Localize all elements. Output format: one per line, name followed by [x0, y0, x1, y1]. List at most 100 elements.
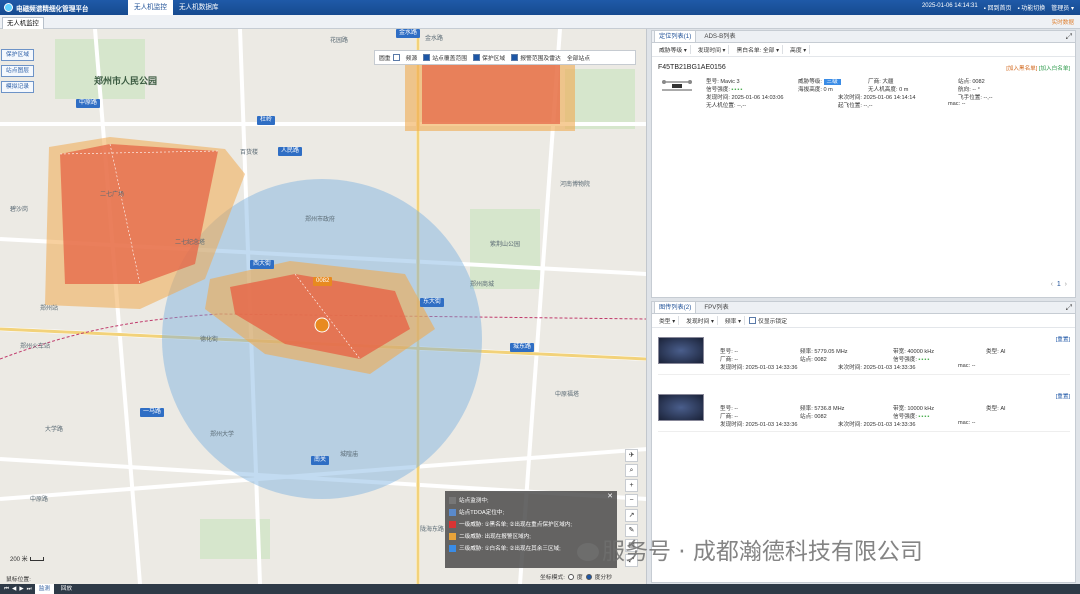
legend-label: 一级威胁: ①黑名单; ②出现在重点保护区域内;: [459, 522, 572, 528]
filter-label: 发现时间: [697, 48, 721, 54]
layer-toggle-5[interactable]: 全部站点: [567, 53, 590, 62]
uav-marker-label[interactable]: 0082: [313, 277, 333, 286]
layer-toggle-0[interactable]: 圆重: [379, 53, 400, 62]
road-tag-yima: 一马路: [140, 408, 165, 417]
layer-toggle-3[interactable]: 保护区域: [473, 53, 505, 62]
uav-model: 型号: Mavic 3: [706, 77, 740, 85]
bottom-tab-monitor[interactable]: 监测: [34, 584, 54, 594]
signal-item[interactable]: [重置] 型号: -- 频率: 5779.05 MHz 带宽: 40000 kH…: [658, 335, 1070, 375]
field-label: 站点:: [800, 414, 813, 420]
protect-area-button[interactable]: 保护区域: [1, 49, 34, 61]
field-value: 0082: [814, 357, 827, 363]
field-label: mac:: [948, 101, 961, 107]
reset-link[interactable]: [重置]: [1056, 335, 1070, 343]
field-value: 2025-01-03 14:33:36: [745, 365, 798, 371]
home-link-label: 回到首页: [987, 6, 1012, 12]
coord-mode-dms-radio[interactable]: [585, 573, 592, 580]
filter-altitude[interactable]: 高度 ▾: [787, 45, 811, 54]
sig-type: 类型: AI: [986, 347, 1006, 355]
only-locked-toggle[interactable]: 仅显示锁定: [749, 316, 787, 325]
only-locked-checkbox[interactable]: [749, 317, 757, 324]
switch-link[interactable]: ▪ 功能切换: [1017, 3, 1045, 12]
scale-line: [29, 556, 44, 561]
map-label-jinshui: 金水路: [425, 36, 444, 42]
first-page-icon[interactable]: ⏮: [4, 586, 9, 593]
sub-tab-uav-monitor[interactable]: 无人机监控: [2, 17, 44, 29]
tab-image-transmission[interactable]: 图传列表(2): [654, 301, 697, 313]
expand-icon[interactable]: ⤢: [1066, 32, 1072, 42]
sig-vendor: 厂商: --: [720, 355, 738, 363]
layer-checkbox[interactable]: [392, 54, 400, 61]
layer-toggle-4[interactable]: 报警范围及雷达: [511, 53, 561, 62]
tab-adsb-list[interactable]: ADS-B列表: [700, 31, 739, 42]
uav-threat: 威胁等级: 三级: [798, 77, 841, 85]
signal-filters: 类型 ▾ 发现时间 ▾ 频率 ▾ 仅显示锁定: [652, 314, 1075, 328]
zoom-in-icon[interactable]: +: [625, 479, 638, 492]
uav-signal: 信号强度: ▪▪▪▪: [706, 85, 743, 93]
prev-page-icon[interactable]: ‹: [1051, 281, 1053, 288]
current-page[interactable]: 1: [1057, 281, 1061, 288]
filter-type[interactable]: 类型 ▾: [656, 316, 680, 325]
field-label: 海拔高度:: [798, 87, 822, 93]
filter-threat[interactable]: 威胁等级 ▾: [656, 45, 691, 54]
uav-height: 无人机高度: 0 m: [868, 85, 908, 93]
layer-checkbox[interactable]: [423, 54, 431, 61]
legend-label: 二级威胁: 出现在报警区域内;: [459, 534, 531, 540]
expand-icon[interactable]: ⤢: [1066, 303, 1072, 313]
sig-freq: 频率: 5779.05 MHz: [800, 347, 848, 355]
add-whitelist-link[interactable]: [加入白名单]: [1039, 66, 1070, 72]
add-blacklist-link[interactable]: [加入黑名单]: [1006, 66, 1037, 72]
nav-tab-uav-monitor[interactable]: 无人机监控: [128, 0, 173, 15]
filter-found-time[interactable]: 发现时间 ▾: [695, 45, 730, 54]
bottom-tab-playback[interactable]: 回放: [57, 584, 76, 594]
filter-sig-found-time[interactable]: 发现时间 ▾: [683, 316, 718, 325]
add-blacklist-label: 加入黑名单: [1007, 66, 1036, 72]
signal-item[interactable]: [重置] 型号: -- 频率: 5736.8 MHz 带宽: 10000 kHz…: [658, 392, 1070, 432]
sig-found: 发现时间: 2025-01-03 14:33:36: [720, 420, 797, 428]
sig-mac: mac: --: [958, 363, 975, 369]
measure-icon[interactable]: ↗: [625, 509, 638, 522]
reset-link[interactable]: [重置]: [1056, 392, 1070, 400]
coord-mode-degree-radio[interactable]: [567, 573, 574, 580]
home-link[interactable]: ▪ 回到首页: [984, 3, 1012, 12]
sig-freq: 频率: 5736.8 MHz: [800, 404, 844, 412]
prev-icon[interactable]: ◀: [12, 586, 16, 592]
road-tag-chengdong: 城东路: [510, 343, 535, 352]
search-icon[interactable]: ⌕: [625, 464, 638, 477]
next-icon[interactable]: ▶: [19, 586, 23, 592]
layer-toggle-1[interactable]: 频源: [406, 53, 418, 62]
field-label: 末次时间:: [838, 422, 862, 428]
layer-toggle-2[interactable]: 站点覆盖范围: [423, 53, 467, 62]
zoom-out-icon[interactable]: −: [625, 494, 638, 507]
tab-fpv-list[interactable]: FPV列表: [700, 302, 732, 313]
last-page-icon[interactable]: ⏭: [27, 586, 32, 593]
uav-vendor: 厂商: 大疆: [868, 77, 894, 85]
station-layer-button[interactable]: 站点图层: [1, 65, 34, 77]
tab-location-list[interactable]: 定位列表(1): [654, 30, 697, 42]
map-label-baihuo: 百货楼: [240, 150, 259, 156]
sim-record-button[interactable]: 模拟记录: [1, 81, 34, 93]
sig-vendor: 厂商: --: [720, 412, 738, 420]
mouse-position: 鼠标位置:: [6, 577, 31, 583]
close-icon[interactable]: ✕: [607, 492, 613, 500]
switch-link-label: 功能切换: [1021, 6, 1046, 12]
layer-checkbox[interactable]: [511, 54, 519, 61]
user-menu[interactable]: 管理员 ▾: [1051, 3, 1074, 12]
next-page-icon[interactable]: ›: [1065, 281, 1067, 288]
sig-type: 类型: AI: [986, 404, 1006, 412]
layer-checkbox[interactable]: [473, 54, 481, 61]
filter-frequency[interactable]: 频率 ▾: [722, 316, 746, 325]
field-label: mac:: [958, 363, 971, 369]
sig-signal: 信号强度: ▪▪▪▪: [893, 355, 930, 363]
map-view[interactable]: 郑州市人民公园 金水路 花园路 郑州站 郑州火车站 二七纪念塔 中原路 大学路 …: [0, 29, 647, 584]
nav-tab-uav-database[interactable]: 无人机数据库: [173, 0, 225, 15]
legend-label: 站点TDOA定位中;: [459, 510, 505, 516]
uav-found: 发现时间: 2025-01-06 14:03:06: [706, 93, 783, 101]
layer-label: 全部站点: [566, 56, 591, 62]
realtime-link[interactable]: 实时数据: [1052, 18, 1074, 26]
spectrum-thumbnail: [658, 337, 704, 364]
filter-list[interactable]: 黑白名单: 全部 ▾: [733, 45, 784, 54]
plane-icon[interactable]: ✈: [625, 449, 638, 462]
uav-pilot: 飞手位置: --,--: [958, 93, 993, 101]
map-label-park: 郑州市人民公园: [94, 76, 158, 86]
